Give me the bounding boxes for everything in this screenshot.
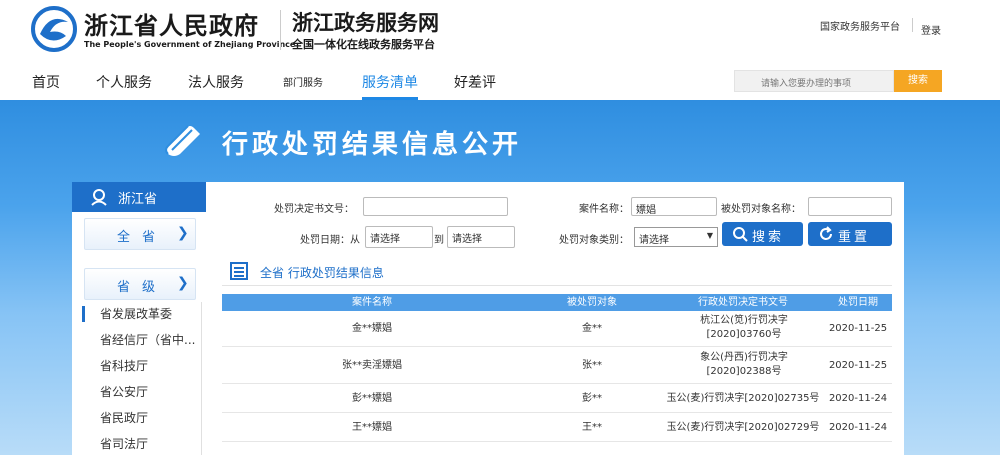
target-type-label: 处罚对象类别： — [559, 235, 629, 246]
chevron-right-icon: ❯ — [177, 225, 189, 241]
doc-no-cell: 玉公(麦)行罚决字[2020]02735号 — [666, 393, 820, 404]
nav-rating[interactable]: 好差评 — [454, 72, 496, 92]
site-header: 浙江省人民政府 The People's Government of Zheji… — [0, 0, 1000, 62]
department-item[interactable]: 省公安厅 — [80, 380, 202, 404]
national-platform-link[interactable]: 国家政务服务平台 — [820, 18, 900, 33]
date-cell: 2020-11-25 — [828, 360, 888, 371]
all-province-label: 全省 — [117, 230, 168, 245]
department-item[interactable]: 省民政厅 — [80, 406, 202, 430]
nav-service-list[interactable]: 服务清单 — [362, 72, 418, 92]
column-header-case: 案件名称 — [222, 294, 522, 311]
site-title[interactable]: 浙江政务服务网 — [292, 7, 439, 37]
target-name-label: 被处罚对象名称： — [721, 204, 801, 215]
site-search-input[interactable]: 请输入您要办理的事项 — [734, 70, 894, 92]
book-icon — [165, 125, 200, 156]
reset-button-label: 重置 — [838, 230, 871, 245]
provincial-level-label: 省级 — [117, 280, 168, 295]
date-cell: 2020-11-25 — [828, 323, 888, 334]
table-row[interactable]: 彭**嫖娼 彭** 玉公(麦)行罚决字[2020]02735号 2020-11-… — [222, 384, 892, 413]
results-panel: 处罚决定书文号： 案件名称： 嫖娼 被处罚对象名称： 处罚日期：从 请选择 到 … — [206, 182, 904, 455]
date-range-label: 处罚日期：从 — [300, 235, 360, 246]
decision-no-input[interactable] — [363, 197, 508, 216]
main-nav: 首页 个人服务 法人服务 部门服务 服务清单 好差评 请输入您要办理的事项 搜索 — [0, 62, 1000, 100]
site-search-button[interactable]: 搜索 — [894, 70, 942, 92]
search-icon — [733, 227, 748, 242]
top-link-separator — [912, 18, 913, 32]
section-title: 全省 行政处罚结果信息 — [260, 266, 384, 280]
reset-button[interactable]: 重置 — [808, 222, 892, 246]
list-icon — [230, 262, 248, 280]
department-item[interactable]: 省经信厅（省中... — [80, 328, 202, 352]
case-cell: 王**嫖娼 — [352, 422, 392, 433]
header-divider — [280, 10, 281, 50]
dropdown-arrow-icon: ▼ — [706, 231, 713, 240]
nav-department-services[interactable]: 部门服务 — [283, 74, 323, 89]
target-cell: 彭** — [582, 393, 602, 404]
banner-title: 行政处罚结果信息公开 — [222, 130, 523, 160]
department-item[interactable]: 省司法厅 — [80, 432, 202, 455]
date-to-input[interactable]: 请选择 — [447, 226, 515, 248]
nav-personal-services[interactable]: 个人服务 — [96, 72, 152, 92]
table-row[interactable]: 金**嫖娼 金** 杭江公(笕)行罚决字[2020]03760号 2020-11… — [222, 311, 892, 347]
table-row[interactable]: 王**嫖娼 王** 玉公(麦)行罚决字[2020]02729号 2020-11-… — [222, 413, 892, 442]
region-sidebar: 浙江省 全省 ❯ 省级 ❯ 省发展改革委 省经信厅（省中... 省科技厅 省公安… — [72, 182, 206, 455]
doc-no-cell: 玉公(麦)行罚决字[2020]02729号 — [666, 422, 820, 433]
location-pin-icon — [91, 189, 107, 206]
date-to-label: 到 — [434, 235, 444, 246]
date-cell: 2020-11-24 — [828, 422, 888, 433]
zhejiang-emblem-icon — [31, 6, 77, 52]
doc-no-cell: 象公(丹西)行罚决字[2020]02388号 — [700, 352, 788, 377]
date-from-input[interactable]: 请选择 — [365, 226, 433, 248]
site-subtitle: 全国一体化在线政务服务平台 — [292, 38, 435, 51]
doc-no-cell: 杭江公(笕)行罚决字[2020]03760号 — [700, 315, 788, 340]
column-header-doc-no: 行政处罚决定书文号 — [662, 294, 824, 311]
provincial-level-button[interactable]: 省级 ❯ — [84, 268, 196, 300]
case-cell: 彭**嫖娼 — [352, 393, 392, 404]
search-button[interactable]: 搜索 — [722, 222, 803, 246]
table-row[interactable]: 张**卖淫嫖娼 张** 象公(丹西)行罚决字[2020]02388号 2020-… — [222, 347, 892, 384]
decision-no-label: 处罚决定书文号： — [274, 204, 354, 215]
target-cell: 张** — [582, 360, 602, 371]
column-header-target: 被处罚对象 — [522, 294, 662, 311]
case-name-input[interactable]: 嫖娼 — [631, 197, 717, 216]
department-item[interactable]: 省科技厅 — [80, 354, 202, 378]
gov-subtitle: The People's Government of Zhejiang Prov… — [84, 40, 296, 49]
login-link[interactable]: 登录 — [921, 22, 941, 37]
target-name-input[interactable] — [808, 197, 892, 216]
target-cell: 金** — [582, 323, 602, 334]
target-type-value: 请选择 — [639, 235, 669, 246]
case-cell: 张**卖淫嫖娼 — [342, 360, 402, 371]
column-header-date: 处罚日期 — [824, 294, 892, 311]
chevron-right-icon: ❯ — [177, 275, 189, 291]
department-item[interactable]: 省发展改革委 — [80, 302, 202, 326]
all-province-button[interactable]: 全省 ❯ — [84, 218, 196, 250]
search-button-label: 搜索 — [752, 230, 785, 245]
region-header[interactable]: 浙江省 — [72, 182, 206, 212]
case-cell: 金**嫖娼 — [352, 323, 392, 334]
target-type-select[interactable]: 请选择 ▼ — [634, 227, 718, 247]
region-label: 浙江省 — [118, 192, 158, 207]
nav-home[interactable]: 首页 — [32, 72, 60, 92]
case-name-label: 案件名称： — [579, 204, 629, 215]
gov-title[interactable]: 浙江省人民政府 — [84, 6, 259, 41]
section-divider — [222, 285, 892, 286]
target-cell: 王** — [582, 422, 602, 433]
date-cell: 2020-11-24 — [828, 393, 888, 404]
nav-corporate-services[interactable]: 法人服务 — [188, 72, 244, 92]
refresh-icon — [820, 226, 832, 240]
department-list: 省发展改革委 省经信厅（省中... 省科技厅 省公安厅 省民政厅 省司法厅 — [80, 302, 202, 455]
